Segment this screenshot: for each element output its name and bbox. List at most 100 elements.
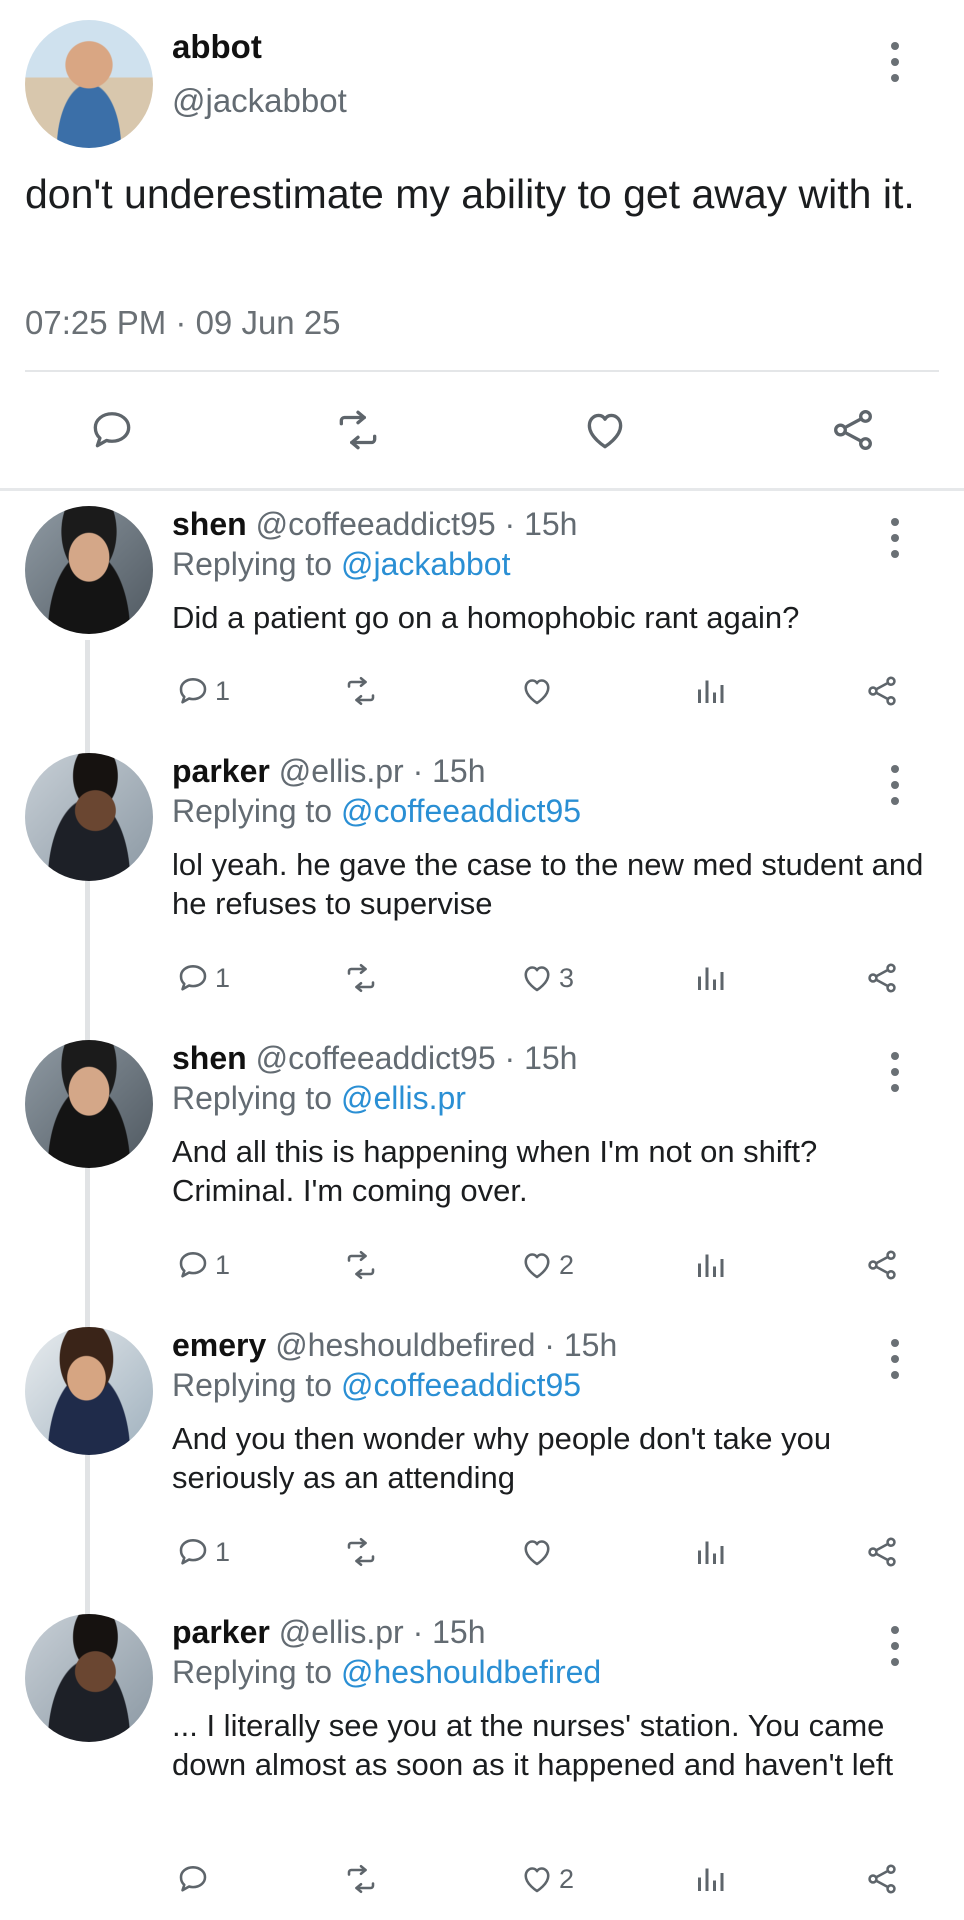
tweet-text: don't underestimate my ability to get aw… bbox=[25, 171, 915, 217]
like-count: 3 bbox=[559, 962, 575, 993]
reply-icon bbox=[179, 965, 207, 991]
share-icon bbox=[868, 1537, 896, 1567]
avatar[interactable] bbox=[25, 1614, 153, 1742]
reply-icon bbox=[179, 1539, 207, 1565]
replying-to-link[interactable]: @coffeeaddict95 bbox=[341, 793, 581, 829]
share-button[interactable] bbox=[864, 1245, 900, 1285]
share-icon bbox=[868, 1864, 896, 1894]
more-options-icon[interactable] bbox=[890, 765, 900, 805]
analytics-bars-icon bbox=[698, 1868, 724, 1891]
retweet-button[interactable] bbox=[343, 1245, 379, 1285]
author-handle[interactable]: @ellis.pr bbox=[279, 1614, 404, 1650]
share-icon bbox=[868, 1250, 896, 1280]
share-icon bbox=[868, 963, 896, 993]
analytics-button[interactable] bbox=[692, 1245, 728, 1285]
main-tweet: abbot @jackabbot don't underestimate my … bbox=[0, 0, 964, 490]
more-options-icon[interactable] bbox=[890, 1052, 900, 1092]
analytics-button[interactable] bbox=[692, 958, 728, 998]
tweet-timestamp: 07:25 PM · 09 Jun 25 bbox=[25, 304, 341, 341]
reply-count: 1 bbox=[215, 1249, 231, 1280]
more-options-icon[interactable] bbox=[890, 1626, 900, 1666]
author-name[interactable]: abbot bbox=[172, 28, 262, 66]
reply-icon[interactable] bbox=[87, 405, 137, 455]
reply-button[interactable]: 1 bbox=[175, 1245, 230, 1285]
reply-icon bbox=[179, 678, 207, 704]
retweet-icon[interactable] bbox=[333, 405, 383, 455]
reply-button[interactable]: 1 bbox=[175, 958, 230, 998]
author-name[interactable]: shen bbox=[172, 506, 247, 542]
author-name[interactable]: shen bbox=[172, 1040, 247, 1076]
author-name[interactable]: parker bbox=[172, 753, 270, 789]
share-button[interactable] bbox=[864, 671, 900, 711]
replying-to-link[interactable]: @ellis.pr bbox=[341, 1080, 466, 1116]
like-heart-icon[interactable] bbox=[580, 405, 630, 455]
retweet-button[interactable] bbox=[343, 1532, 379, 1572]
reply-actions: 1 bbox=[0, 671, 964, 719]
reply-button[interactable] bbox=[175, 1859, 215, 1899]
replying-to-link[interactable]: @jackabbot bbox=[341, 546, 510, 582]
like-button[interactable]: 3 bbox=[519, 958, 574, 998]
reply-button[interactable]: 1 bbox=[175, 671, 230, 711]
author-handle[interactable]: @ellis.pr bbox=[279, 753, 404, 789]
reply-actions: 1 2 bbox=[0, 1245, 964, 1293]
avatar[interactable] bbox=[25, 1040, 153, 1168]
like-button[interactable] bbox=[519, 671, 559, 711]
avatar[interactable] bbox=[25, 1327, 153, 1455]
retweet-button[interactable] bbox=[343, 671, 379, 711]
analytics-bars-icon bbox=[698, 680, 724, 703]
analytics-button[interactable] bbox=[692, 671, 728, 711]
reply-time: · 15h bbox=[504, 506, 578, 542]
avatar[interactable] bbox=[25, 753, 153, 881]
author-handle[interactable]: @coffeeaddict95 bbox=[256, 506, 496, 542]
retweet-icon bbox=[347, 676, 375, 706]
avatar[interactable] bbox=[25, 20, 153, 148]
share-icon[interactable] bbox=[828, 405, 878, 455]
like-heart-icon bbox=[524, 1540, 550, 1566]
retweet-icon bbox=[347, 1537, 375, 1567]
reply-actions: 1 3 bbox=[0, 958, 964, 1006]
like-button[interactable]: 2 bbox=[519, 1245, 574, 1285]
reply-actions: 2 bbox=[0, 1859, 964, 1907]
share-button[interactable] bbox=[864, 1532, 900, 1572]
like-heart-icon bbox=[524, 1867, 550, 1893]
avatar[interactable] bbox=[25, 506, 153, 634]
section-divider bbox=[0, 488, 964, 491]
replying-to: Replying to @heshouldbefired bbox=[172, 1654, 602, 1690]
divider bbox=[25, 370, 939, 372]
like-count: 2 bbox=[559, 1249, 575, 1280]
reply-text: lol yeah. he gave the case to the new me… bbox=[172, 847, 924, 921]
retweet-button[interactable] bbox=[343, 1859, 379, 1899]
reply-icon bbox=[179, 1866, 207, 1892]
like-button[interactable] bbox=[519, 1532, 559, 1572]
like-button[interactable]: 2 bbox=[519, 1859, 574, 1899]
like-heart-icon bbox=[524, 679, 550, 705]
reply-time: · 15h bbox=[412, 753, 486, 789]
reply-button[interactable]: 1 bbox=[175, 1532, 230, 1572]
replying-to: Replying to @coffeeaddict95 bbox=[172, 1367, 582, 1403]
share-icon bbox=[868, 676, 896, 706]
replying-to-link[interactable]: @coffeeaddict95 bbox=[341, 1367, 581, 1403]
retweet-button[interactable] bbox=[343, 958, 379, 998]
replying-to-link[interactable]: @heshouldbefired bbox=[341, 1654, 601, 1690]
more-options-icon[interactable] bbox=[890, 1339, 900, 1379]
like-count: 2 bbox=[559, 1863, 575, 1894]
reply-count: 1 bbox=[215, 1536, 231, 1567]
author-name[interactable]: parker bbox=[172, 1614, 270, 1650]
author-handle[interactable]: @coffeeaddict95 bbox=[256, 1040, 496, 1076]
reply-text: Did a patient go on a homophobic rant ag… bbox=[172, 600, 800, 635]
retweet-icon bbox=[347, 963, 375, 993]
reply-text: ... I literally see you at the nurses' s… bbox=[172, 1708, 894, 1782]
analytics-bars-icon bbox=[698, 1254, 724, 1277]
reply-text: And you then wonder why people don't tak… bbox=[172, 1421, 832, 1495]
author-handle[interactable]: @heshouldbefired bbox=[275, 1327, 535, 1363]
analytics-button[interactable] bbox=[692, 1859, 728, 1899]
analytics-bars-icon bbox=[698, 1541, 724, 1564]
like-heart-icon bbox=[524, 966, 550, 992]
analytics-button[interactable] bbox=[692, 1532, 728, 1572]
author-name[interactable]: emery bbox=[172, 1327, 266, 1363]
more-options-icon[interactable] bbox=[890, 42, 900, 82]
share-button[interactable] bbox=[864, 1859, 900, 1899]
share-button[interactable] bbox=[864, 958, 900, 998]
author-handle[interactable]: @jackabbot bbox=[172, 82, 347, 120]
more-options-icon[interactable] bbox=[890, 518, 900, 558]
